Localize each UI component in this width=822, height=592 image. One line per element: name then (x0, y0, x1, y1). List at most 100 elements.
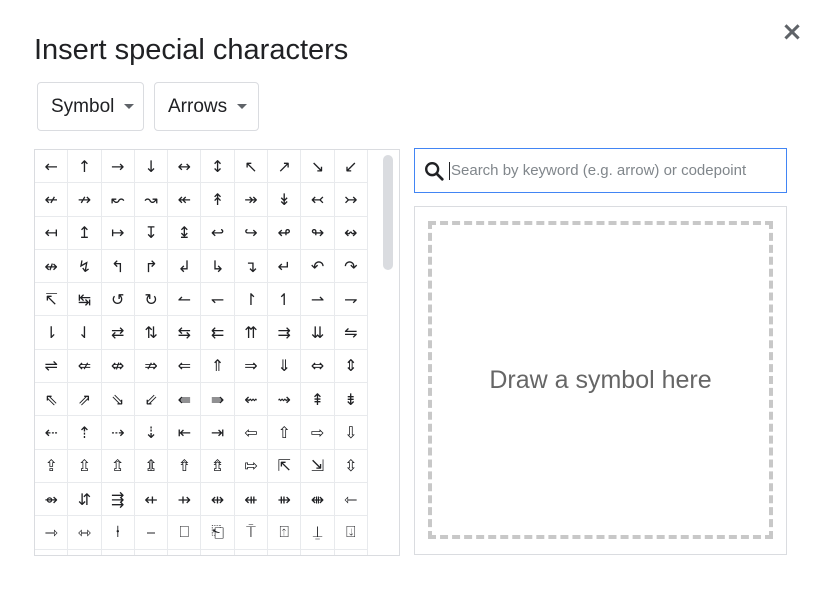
symbol-cell[interactable]: ⇁ (334, 283, 368, 317)
symbol-cell[interactable]: ⇿ (68, 516, 102, 550)
symbol-cell[interactable]: ⇲ (301, 449, 335, 483)
symbol-cell[interactable]: ↘ (168, 549, 202, 555)
symbol-cell[interactable]: ⇔ (301, 349, 335, 384)
symbol-cell[interactable]: ⇱ (268, 449, 302, 483)
symbol-cell[interactable]: ↙ (334, 150, 368, 184)
symbol-cell[interactable]: ↚ (35, 183, 69, 217)
symbol-cell[interactable]: ⍗ (334, 516, 368, 550)
symbol-cell[interactable]: ↹ (68, 283, 102, 317)
symbol-cell[interactable]: ⇗ (68, 383, 102, 417)
symbol-cell[interactable]: ⇠ (35, 416, 69, 450)
symbol-cell[interactable]: → (101, 150, 135, 184)
symbol-cell[interactable]: ↵ (268, 249, 302, 284)
symbol-cell[interactable]: ↜ (301, 549, 335, 555)
symbol-cell[interactable]: ↖ (102, 549, 135, 555)
symbol-cell[interactable]: ⇃ (68, 316, 102, 350)
symbol-cell[interactable]: ⍑ (234, 516, 269, 550)
symbol-cell[interactable]: ↝ (134, 183, 169, 217)
symbol-cell[interactable]: ↺ (101, 283, 135, 317)
symbol-grid-scrollbar[interactable] (383, 155, 393, 270)
symbol-cell[interactable]: ← (35, 150, 69, 184)
symbol-cell[interactable]: ↘ (301, 150, 335, 184)
symbol-cell[interactable]: ↬ (301, 216, 335, 250)
symbol-cell[interactable]: ↧ (134, 216, 169, 250)
symbol-cell[interactable]: ⇰ (234, 449, 269, 483)
symbol-cell[interactable]: ↼ (168, 283, 202, 317)
symbol-cell[interactable]: ↽ (201, 283, 235, 317)
symbol-cell[interactable]: ↛ (268, 549, 302, 555)
symbol-cell[interactable]: ⇵ (68, 482, 102, 517)
symbol-cell[interactable]: ⇺ (234, 482, 269, 517)
symbol-cell[interactable]: ↷ (334, 249, 368, 284)
subcategory-dropdown[interactable]: Arrows (154, 82, 259, 131)
symbol-cell[interactable]: ⇓ (268, 349, 302, 384)
symbol-cell[interactable]: ⇾ (35, 516, 69, 550)
symbol-cell[interactable]: ↖ (234, 150, 269, 184)
symbol-cell[interactable]: ↲ (168, 249, 202, 284)
symbol-cell[interactable]: ↱ (134, 249, 169, 284)
symbol-cell[interactable]: ↳ (201, 249, 235, 284)
symbol-cell[interactable]: ⇬ (101, 449, 135, 483)
symbol-cell[interactable]: ↑ (68, 150, 102, 184)
symbol-cell[interactable]: ⇽ (334, 482, 368, 517)
search-input[interactable] (449, 161, 781, 180)
close-icon[interactable]: × (778, 17, 806, 47)
symbol-cell[interactable]: ↻ (134, 283, 169, 317)
symbol-cell[interactable]: ↝ (335, 549, 368, 555)
symbol-cell[interactable]: ⇊ (301, 316, 335, 350)
symbol-cell[interactable]: ⇭ (134, 449, 169, 483)
symbol-cell[interactable]: ⇇ (201, 316, 235, 350)
symbol-cell[interactable]: ↢ (301, 183, 335, 217)
symbol-cell[interactable]: ↭ (334, 216, 368, 250)
symbol-cell[interactable]: ⇋ (334, 316, 368, 350)
symbol-cell[interactable]: ⇚ (168, 383, 202, 417)
symbol-cell[interactable]: ↗ (268, 150, 302, 184)
symbol-cell[interactable]: ⇂ (35, 316, 69, 350)
symbol-cell[interactable]: ↓ (134, 150, 169, 184)
symbol-cell[interactable]: ↕ (68, 549, 102, 555)
symbol-cell[interactable]: ↔ (168, 150, 202, 184)
symbol-cell[interactable]: ⇖ (35, 383, 69, 417)
symbol-cell[interactable]: ⇙ (134, 383, 169, 417)
symbol-cell[interactable]: ⇌ (35, 349, 69, 384)
symbol-cell[interactable]: ↥ (68, 216, 102, 250)
symbol-cell[interactable]: ↗ (135, 549, 169, 555)
symbol-cell[interactable]: ⇳ (334, 449, 368, 483)
symbol-cell[interactable]: ↶ (301, 249, 335, 284)
symbol-cell[interactable]: ↨ (168, 216, 202, 250)
symbol-cell[interactable]: ↪ (234, 216, 269, 250)
symbol-cell[interactable]: ↠ (234, 183, 269, 217)
symbol-cell[interactable]: ↿ (268, 283, 302, 317)
symbol-cell[interactable]: ↔ (35, 549, 69, 555)
symbol-cell[interactable]: ⍿ (101, 516, 135, 550)
symbol-cell[interactable]: ↞ (168, 183, 202, 217)
symbol-cell[interactable]: ⇆ (168, 316, 202, 350)
symbol-cell[interactable]: ⇦ (234, 416, 269, 450)
symbol-cell[interactable]: ↫ (268, 216, 302, 250)
symbol-cell[interactable]: ⇜ (234, 383, 269, 417)
symbol-cell[interactable]: ⇣ (134, 416, 169, 450)
symbol-cell[interactable]: ⎗ (201, 516, 235, 550)
symbol-cell[interactable]: ⇹ (201, 482, 235, 517)
symbol-cell[interactable]: ⇘ (101, 383, 135, 417)
symbol-cell[interactable]: ⇅ (134, 316, 169, 350)
symbol-cell[interactable]: ↦ (101, 216, 135, 250)
symbol-cell[interactable]: ⇫ (68, 449, 102, 483)
symbol-cell[interactable]: ⇷ (134, 482, 169, 517)
symbol-cell[interactable]: ⇐ (168, 349, 202, 384)
symbol-cell[interactable]: ⇎ (101, 349, 135, 384)
symbol-cell[interactable]: ⇍ (68, 349, 102, 384)
symbol-cell[interactable]: ⇛ (201, 383, 235, 417)
symbol-cell[interactable]: ↚ (235, 549, 269, 555)
symbol-cell[interactable]: ↮ (35, 249, 69, 284)
symbol-cell[interactable]: ⇒ (234, 349, 269, 384)
symbol-cell[interactable]: ⇑ (201, 349, 235, 384)
symbol-cell[interactable]: ⇡ (68, 416, 102, 450)
symbol-cell[interactable]: ↴ (234, 249, 269, 284)
symbol-cell[interactable]: ↜ (101, 183, 135, 217)
symbol-cell[interactable]: ⇪ (35, 449, 69, 483)
symbol-cell[interactable]: ↸ (35, 283, 69, 317)
symbol-cell[interactable]: ⇼ (301, 482, 335, 517)
symbol-cell[interactable]: ⇕ (334, 349, 368, 384)
symbol-cell[interactable]: ⎯ (134, 516, 169, 550)
